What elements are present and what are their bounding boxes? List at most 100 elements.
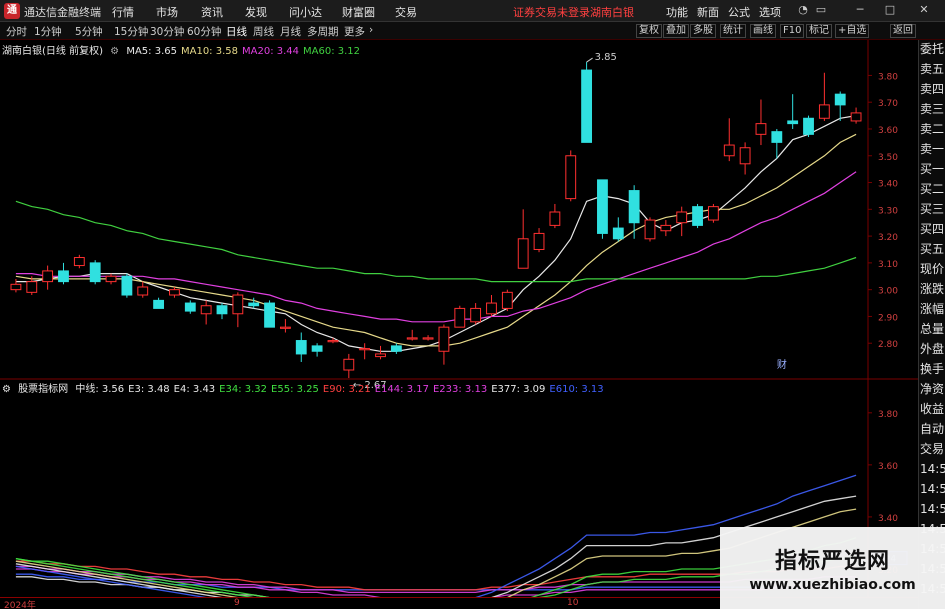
sidebar-item-18[interactable]: 收益 — [920, 402, 945, 417]
menu-new-layout[interactable]: 新面 — [697, 4, 719, 20]
ma-legend-2: MA20: 3.44 — [242, 46, 300, 57]
period-60min[interactable]: 60分钟 — [187, 24, 221, 39]
menu-wealth-circle[interactable]: 财富圈 — [342, 4, 375, 20]
sidebar-item-3[interactable]: 卖三 — [920, 102, 945, 117]
indicator-legend-3: E34: 3.32 — [219, 384, 268, 395]
skin-icon[interactable]: ◔ — [796, 3, 810, 17]
app-title: 通达信金融终端 — [24, 6, 101, 19]
trade-login-status[interactable]: 证券交易未登录 — [513, 4, 590, 20]
candle-body — [200, 305, 212, 315]
more-chevron-icon[interactable]: › — [369, 24, 373, 36]
sidebar-item-20[interactable]: 交易 — [920, 442, 945, 457]
settings-icon[interactable]: ⚙ — [2, 384, 11, 395]
sidebar-item-23[interactable]: 14:50 — [920, 502, 945, 517]
sidebar-item-15[interactable]: 外盘 — [920, 342, 945, 357]
app-logo-icon: 通 — [4, 3, 20, 19]
price-tick-label: 2.80 — [878, 340, 898, 350]
menu-news[interactable]: 资讯 — [201, 4, 223, 20]
sidebar-item-22[interactable]: 14:50 — [920, 482, 945, 497]
menu-discover[interactable]: 发现 — [245, 4, 267, 20]
sidebar-item-16[interactable]: 换手 — [920, 362, 945, 377]
sidebar-item-1[interactable]: 卖五 — [920, 62, 945, 77]
menu-bar: 通 通达信金融终端 行情 市场 资讯 发现 问小达 财富圈 交易 证券交易未登录… — [0, 0, 945, 22]
restore-window-icon[interactable]: ▭ — [814, 3, 828, 17]
multi-stock-button[interactable]: 多股 — [690, 24, 716, 38]
high-annotation: 3.85 — [595, 52, 617, 63]
sidebar-item-19[interactable]: 自动 — [920, 422, 945, 437]
watermark: 指标严选网 www.xuezhibiao.com — [720, 527, 945, 609]
overlay-button[interactable]: 叠加 — [663, 24, 689, 38]
kline-chart[interactable]: 3.85← 2.67财 3.80 3.70 3.60 3.50 3.40 3.30 3.20… — [0, 40, 918, 597]
menu-formula[interactable]: 公式 — [728, 4, 750, 20]
candle-body — [422, 337, 434, 340]
sidebar-item-12[interactable]: 涨跌 — [920, 282, 945, 297]
close-icon[interactable]: ✕ — [917, 3, 931, 17]
period-multi[interactable]: 多周期 — [307, 24, 339, 39]
mark-button[interactable]: 标记 — [806, 24, 832, 38]
sidebar-item-7[interactable]: 买二 — [920, 182, 945, 197]
candle-body — [390, 345, 402, 352]
period-weekly[interactable]: 周线 — [253, 24, 274, 39]
sidebar-item-9[interactable]: 买四 — [920, 222, 945, 237]
sidebar-item-2[interactable]: 卖四 — [920, 82, 945, 97]
candle-body — [755, 123, 767, 135]
period-toolbar: 分时 1分钟 5分钟 15分钟 30分钟 60分钟 日线 周线 月线 多周期 更… — [0, 22, 945, 40]
price-tick-label: 3.80 — [878, 72, 898, 82]
indicator-legend-9: E610: 3.13 — [549, 384, 604, 395]
menu-trade[interactable]: 交易 — [395, 4, 417, 20]
minimize-icon[interactable]: ─ — [853, 3, 867, 17]
period-intraday[interactable]: 分时 — [6, 24, 27, 39]
settings-icon[interactable]: ⚙ — [110, 46, 119, 57]
period-daily[interactable]: 日线 — [226, 24, 247, 39]
period-15min[interactable]: 15分钟 — [114, 24, 148, 39]
sidebar-item-5[interactable]: 卖一 — [920, 142, 945, 157]
menu-function[interactable]: 功能 — [666, 4, 688, 20]
candle-body — [10, 283, 22, 291]
price-tick-label: 3.30 — [878, 206, 898, 216]
sidebar-item-4[interactable]: 卖二 — [920, 122, 945, 137]
date-label-year: 2024年 — [4, 601, 36, 609]
sidebar-item-6[interactable]: 买一 — [920, 162, 945, 177]
menu-market[interactable]: 市场 — [156, 4, 178, 20]
adjust-button[interactable]: 复权 — [636, 24, 662, 38]
period-30min[interactable]: 30分钟 — [150, 24, 184, 39]
period-1min[interactable]: 1分钟 — [34, 24, 62, 39]
menu-quotes[interactable]: 行情 — [112, 4, 134, 20]
period-more[interactable]: 更多 — [344, 24, 365, 39]
candle-body — [121, 275, 133, 296]
candle-body — [597, 179, 608, 234]
back-button[interactable]: 返回 — [890, 24, 916, 38]
sidebar-item-8[interactable]: 买三 — [920, 202, 945, 217]
draw-line-button[interactable]: 画线 — [750, 24, 776, 38]
indicator-tick-label: 3.60 — [878, 462, 898, 472]
candle-body — [105, 275, 117, 283]
indicator-legend: ⚙ 股票指标网 中线: 3.56 E3: 3.48 E4: 3.43 E34: 3.3… — [2, 380, 612, 395]
statistics-button[interactable]: 统计 — [720, 24, 746, 38]
candle-body — [454, 307, 466, 328]
menu-ask-xiaoda[interactable]: 问小达 — [289, 4, 322, 20]
sidebar-item-14[interactable]: 总量 — [920, 322, 945, 337]
add-watchlist-button[interactable]: +自选 — [835, 24, 870, 38]
price-tick-label: 3.10 — [878, 260, 898, 270]
sidebar-item-13[interactable]: 涨幅 — [920, 302, 945, 317]
maximize-icon[interactable]: □ — [883, 3, 897, 17]
event-marker: 财 — [777, 358, 787, 371]
candle-body — [549, 211, 561, 226]
candle-body — [644, 219, 656, 240]
stock-title: 湖南白银(日线 前复权) — [2, 46, 103, 57]
indicator-tick-label: 3.40 — [878, 514, 898, 524]
candle-body — [470, 307, 482, 323]
sidebar-item-10[interactable]: 买五 — [920, 242, 945, 257]
sidebar-item-21[interactable]: 14:50 — [920, 462, 945, 477]
watermark-title: 指标严选网 — [774, 549, 890, 574]
f10-button[interactable]: F10 — [780, 24, 805, 38]
sidebar-item-17[interactable]: 净资 — [920, 382, 945, 397]
period-5min[interactable]: 5分钟 — [75, 24, 103, 39]
candle-body — [612, 227, 624, 240]
sidebar-item-0[interactable]: 委托 — [920, 42, 945, 57]
candle-body — [692, 206, 703, 226]
menu-options[interactable]: 选项 — [759, 4, 781, 20]
sidebar-item-11[interactable]: 现价 — [920, 262, 945, 277]
period-monthly[interactable]: 月线 — [280, 24, 301, 39]
price-tick-label: 3.40 — [878, 180, 898, 190]
